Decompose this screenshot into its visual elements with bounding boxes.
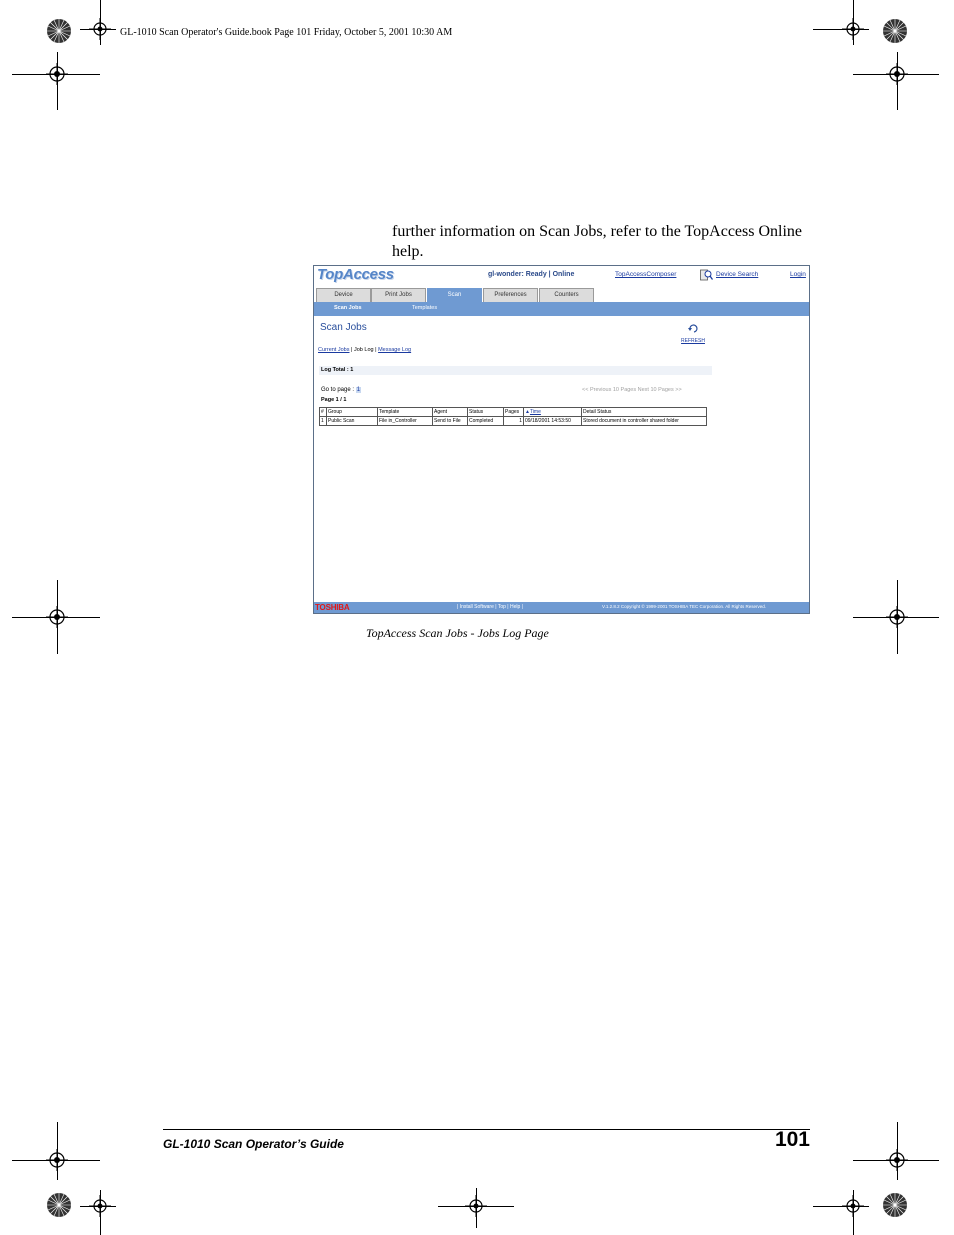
table-row: 1 Public Scan File in_Controller Send to… xyxy=(319,416,707,426)
tab-scan[interactable]: Scan xyxy=(427,288,482,302)
cell-status: Completed xyxy=(467,416,504,426)
job-log-table: # Group Template Agent Status Pages ▲Tim… xyxy=(319,407,707,426)
table-header-row: # Group Template Agent Status Pages ▲Tim… xyxy=(319,407,707,417)
registration-mark-icon xyxy=(46,606,68,628)
footer-title: GL-1010 Scan Operator’s Guide xyxy=(163,1137,344,1151)
job-view-links: Current Jobs | Job Log | Message Log xyxy=(318,347,411,353)
topaccess-logo: TopAccess xyxy=(317,266,394,283)
registration-mark-icon xyxy=(89,18,111,40)
registration-mark-icon xyxy=(89,1195,111,1217)
refresh-label: REFRESH xyxy=(681,338,705,344)
col-time[interactable]: ▲Time xyxy=(523,407,582,417)
registration-mark-icon xyxy=(886,63,908,85)
star-target-icon xyxy=(883,19,907,43)
page-title: Scan Jobs xyxy=(320,322,367,333)
login-link[interactable]: Login xyxy=(790,271,806,278)
col-number: # xyxy=(319,407,327,417)
col-pages[interactable]: Pages xyxy=(503,407,524,417)
page-info: Page 1 / 1 xyxy=(321,397,347,403)
log-total-bar: Log Total : 1 xyxy=(319,366,712,375)
device-status: gl-wonder: Ready | Online xyxy=(488,271,575,278)
device-search-icon[interactable] xyxy=(700,269,713,281)
col-status[interactable]: Status xyxy=(467,407,504,417)
tab-print-jobs[interactable]: Print Jobs xyxy=(371,288,426,302)
registration-mark-icon xyxy=(842,1195,864,1217)
toshiba-logo: TOSHIBA xyxy=(315,603,350,612)
star-target-icon xyxy=(883,1193,907,1217)
log-total: Log Total : 1 xyxy=(321,367,354,373)
col-group[interactable]: Group xyxy=(326,407,378,417)
star-target-icon xyxy=(47,1193,71,1217)
cell-agent: Send to File xyxy=(432,416,468,426)
star-target-icon xyxy=(47,19,71,43)
refresh-icon xyxy=(687,324,698,333)
print-header: GL-1010 Scan Operator's Guide.book Page … xyxy=(120,27,453,38)
cell-template: File in_Controller xyxy=(377,416,433,426)
page-number: 101 xyxy=(774,1128,810,1151)
main-tabs: Device Print Jobs Scan Preferences Count… xyxy=(314,287,809,303)
subnav-scan-jobs[interactable]: Scan Jobs xyxy=(334,305,362,311)
registration-mark-icon xyxy=(46,63,68,85)
refresh-button[interactable]: REFRESH xyxy=(678,320,708,344)
goto-label: Go to page : xyxy=(321,387,356,393)
footer-links[interactable]: | Install Software | Top | Help | xyxy=(457,604,523,610)
job-log-link[interactable]: Job Log xyxy=(354,347,374,353)
figure-caption: TopAccess Scan Jobs - Jobs Log Page xyxy=(366,626,549,640)
col-time-label: Time xyxy=(529,409,541,415)
topaccess-screenshot: TopAccess gl-wonder: Ready | Online TopA… xyxy=(313,265,810,614)
col-template[interactable]: Template xyxy=(377,407,433,417)
registration-mark-icon xyxy=(465,1195,487,1217)
cell-time: 09/18/2001 14:53:50 xyxy=(523,416,582,426)
device-search-link[interactable]: Device Search xyxy=(716,271,758,278)
col-detail-status: Detail Status xyxy=(581,407,707,417)
registration-mark-icon xyxy=(46,1149,68,1171)
tab-device[interactable]: Device xyxy=(316,288,371,302)
current-jobs-link[interactable]: Current Jobs xyxy=(318,347,350,353)
footer-rule xyxy=(163,1129,810,1130)
body-paragraph: further information on Scan Jobs, refer … xyxy=(392,223,803,260)
col-agent[interactable]: Agent xyxy=(432,407,468,417)
page-navigation: << Previous 10 Pages Next 10 Pages >> xyxy=(582,387,682,393)
tab-preferences[interactable]: Preferences xyxy=(483,288,538,302)
cell-number: 1 xyxy=(319,416,327,426)
sub-navigation: Scan Jobs Templates xyxy=(314,303,809,316)
message-log-link[interactable]: Message Log xyxy=(378,347,411,353)
cell-pages: 1 xyxy=(503,416,524,426)
copyright: V.1.2.8.2 Copyright © 1999-2001 TOSHIBA … xyxy=(602,604,766,609)
registration-mark-icon xyxy=(886,1149,908,1171)
subnav-templates[interactable]: Templates xyxy=(412,305,437,311)
registration-mark-icon xyxy=(886,606,908,628)
tab-counters[interactable]: Counters xyxy=(539,288,594,302)
top-bar: TopAccess gl-wonder: Ready | Online TopA… xyxy=(314,266,809,286)
cell-detail-status: Stored document in controller shared fol… xyxy=(581,416,707,426)
goto-page: Go to page : 1 xyxy=(321,387,362,393)
cell-group: Public Scan xyxy=(326,416,378,426)
goto-page-link[interactable]: 1 xyxy=(355,387,362,393)
topaccess-composer-link[interactable]: TopAccessComposer xyxy=(615,271,676,278)
registration-mark-icon xyxy=(842,18,864,40)
screenshot-footer: TOSHIBA | Install Software | Top | Help … xyxy=(314,602,809,613)
